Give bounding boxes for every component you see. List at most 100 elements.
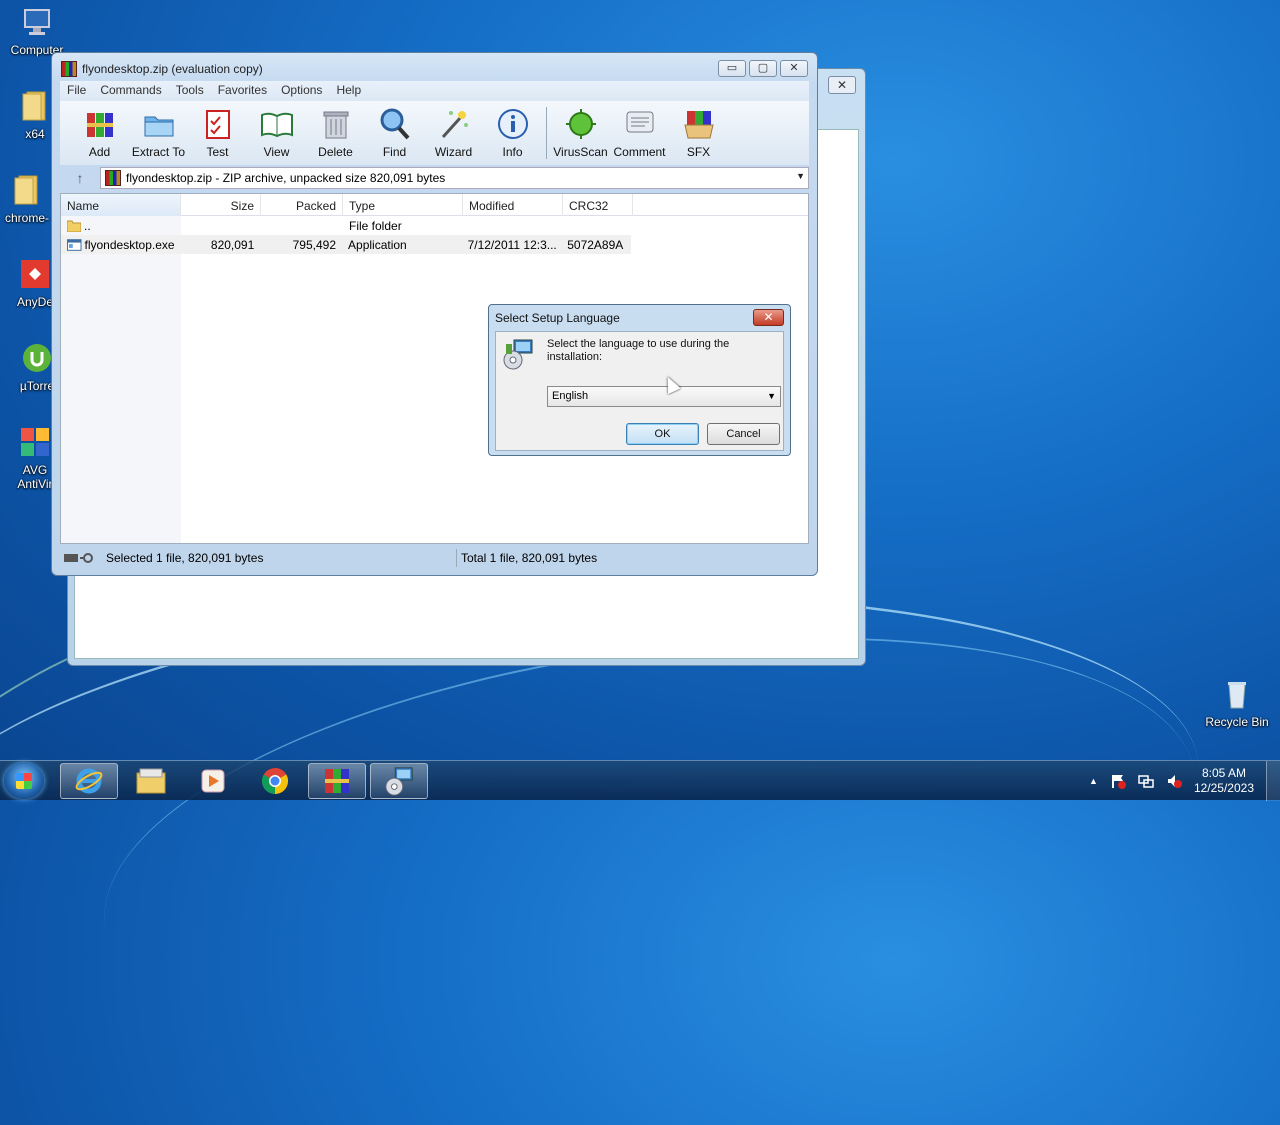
computer-icon [24, 9, 50, 35]
recycle-bin-icon [1228, 682, 1246, 709]
windows-logo-icon [16, 773, 32, 789]
clock-time: 8:05 AM [1201, 766, 1246, 780]
extract-to-button[interactable]: Extract To [129, 101, 188, 163]
clock[interactable]: 8:05 AM 12/25/2023 [1194, 766, 1254, 796]
column-type[interactable]: Type [343, 194, 463, 216]
path-bar: ↑ flyondesktop.zip - ZIP archive, unpack… [60, 166, 809, 190]
folder-icon [22, 91, 46, 121]
delete-button[interactable]: Delete [306, 101, 365, 163]
path-dropdown[interactable]: flyondesktop.zip - ZIP archive, unpacked… [100, 167, 809, 189]
taskbar-explorer[interactable] [122, 763, 180, 799]
menu-options[interactable]: Options [274, 81, 329, 101]
column-packed[interactable]: Packed [261, 194, 343, 216]
menu-help[interactable]: Help [329, 81, 368, 101]
maximize-button[interactable]: ▢ [749, 60, 777, 77]
status-bar: Selected 1 file, 820,091 bytes Total 1 f… [60, 546, 809, 570]
language-select[interactable]: English ▼ [547, 386, 781, 407]
background-window-close-button[interactable]: ✕ [828, 76, 856, 94]
add-button[interactable]: Add [70, 101, 129, 163]
show-desktop-button[interactable] [1266, 761, 1280, 801]
caption-buttons: ▭ ▢ ✕ [718, 60, 808, 77]
desktop-icon-computer[interactable]: Computer [2, 6, 72, 57]
sfx-box-icon [683, 111, 714, 139]
row-crc: 5072A89A [567, 237, 624, 252]
anydesk-icon [21, 260, 49, 288]
view-button[interactable]: View [247, 101, 306, 163]
row-type: Application [348, 237, 407, 252]
menu-file[interactable]: File [60, 81, 93, 101]
avg-icon [21, 428, 49, 456]
sfx-button[interactable]: SFX [669, 101, 728, 163]
media-player-icon [201, 769, 225, 793]
wizard-button[interactable]: Wizard [424, 101, 483, 163]
column-crc32[interactable]: CRC32 [563, 194, 633, 216]
file-explorer-icon [136, 768, 166, 794]
magnifier-icon [380, 108, 409, 140]
status-left: Selected 1 file, 820,091 bytes [60, 551, 456, 565]
row-name: .. [61, 219, 181, 233]
select-language-dialog: Select Setup Language ✕ Select the langu… [488, 304, 791, 456]
chevron-down-icon[interactable]: ▼ [796, 171, 805, 181]
column-name[interactable]: Name [61, 194, 181, 216]
close-button[interactable]: ✕ [780, 60, 808, 77]
row-size: 820,091 [210, 237, 255, 252]
file-list-header: Name Size Packed Type Modified CRC32 [61, 194, 808, 216]
row-name: flyondesktop.exe [61, 238, 181, 252]
table-row[interactable]: .. File folder [61, 216, 808, 235]
info-icon [497, 109, 528, 139]
volume-muted-icon[interactable] [1166, 773, 1182, 789]
comment-button[interactable]: Comment [610, 101, 669, 163]
folder-icon [67, 220, 81, 232]
dialog-close-button[interactable]: ✕ [753, 309, 784, 326]
archive-icon [105, 170, 121, 186]
tray-expand-button[interactable]: ▲ [1089, 776, 1098, 786]
ok-button[interactable]: OK [626, 423, 699, 445]
taskbar: ▲ 8:05 AM 12/25/2023 [0, 760, 1280, 801]
start-button[interactable] [4, 763, 44, 799]
dialog-body: Select the language to use during the in… [495, 331, 784, 451]
taskbar-chrome[interactable] [246, 763, 304, 799]
status-right: Total 1 file, 820,091 bytes [456, 549, 597, 567]
column-modified[interactable]: Modified [463, 194, 563, 216]
dialog-message: Select the language to use during the in… [547, 338, 730, 363]
virusscan-button[interactable]: VirusScan [551, 101, 610, 163]
toolbar-separator [546, 107, 547, 159]
drive-key-icon [64, 553, 93, 563]
menu-bar: File Commands Tools Favorites Options He… [60, 81, 809, 101]
utorrent-icon [23, 344, 51, 372]
setup-installer-icon [385, 767, 413, 796]
dialog-title: Select Setup Language [495, 311, 620, 325]
info-button[interactable]: Info [483, 101, 542, 163]
winrar-icon [325, 769, 349, 793]
clock-date: 12/25/2023 [1193, 781, 1254, 795]
wand-icon [441, 111, 468, 139]
menu-tools[interactable]: Tools [169, 81, 211, 101]
winrar-icon [61, 61, 77, 77]
taskbar-winrar[interactable] [308, 763, 366, 799]
taskbar-media-player[interactable] [184, 763, 242, 799]
network-icon[interactable] [1138, 773, 1154, 789]
comment-icon [626, 111, 653, 133]
desktop-icon-recycle-bin[interactable]: Recycle Bin [1202, 678, 1272, 729]
virus-icon [565, 109, 596, 139]
test-button[interactable]: Test [188, 101, 247, 163]
minimize-button[interactable]: ▭ [718, 60, 746, 77]
find-button[interactable]: Find [365, 101, 424, 163]
menu-commands[interactable]: Commands [93, 81, 168, 101]
table-row[interactable]: flyondesktop.exe 820,091 795,492 Applica… [61, 235, 631, 254]
taskbar-setup[interactable] [370, 763, 428, 799]
row-modified: 7/12/2011 12:3... [467, 237, 557, 252]
menu-favorites[interactable]: Favorites [211, 81, 274, 101]
row-packed: 795,492 [292, 237, 337, 252]
setup-installer-icon [503, 339, 533, 370]
chrome-icon [261, 767, 289, 795]
cancel-button[interactable]: Cancel [707, 423, 780, 445]
action-center-flag-icon[interactable] [1110, 773, 1126, 789]
toolbar: Add Extract To Test View Delete Find Wiz… [60, 101, 809, 165]
window-title-bar: flyondesktop.zip (evaluation copy) [61, 61, 263, 77]
taskbar-internet-explorer[interactable] [60, 763, 118, 799]
name-column-shade [61, 216, 181, 543]
add-archive-icon [86, 113, 113, 137]
column-size[interactable]: Size [181, 194, 261, 216]
up-folder-button[interactable]: ↑ [60, 167, 100, 189]
